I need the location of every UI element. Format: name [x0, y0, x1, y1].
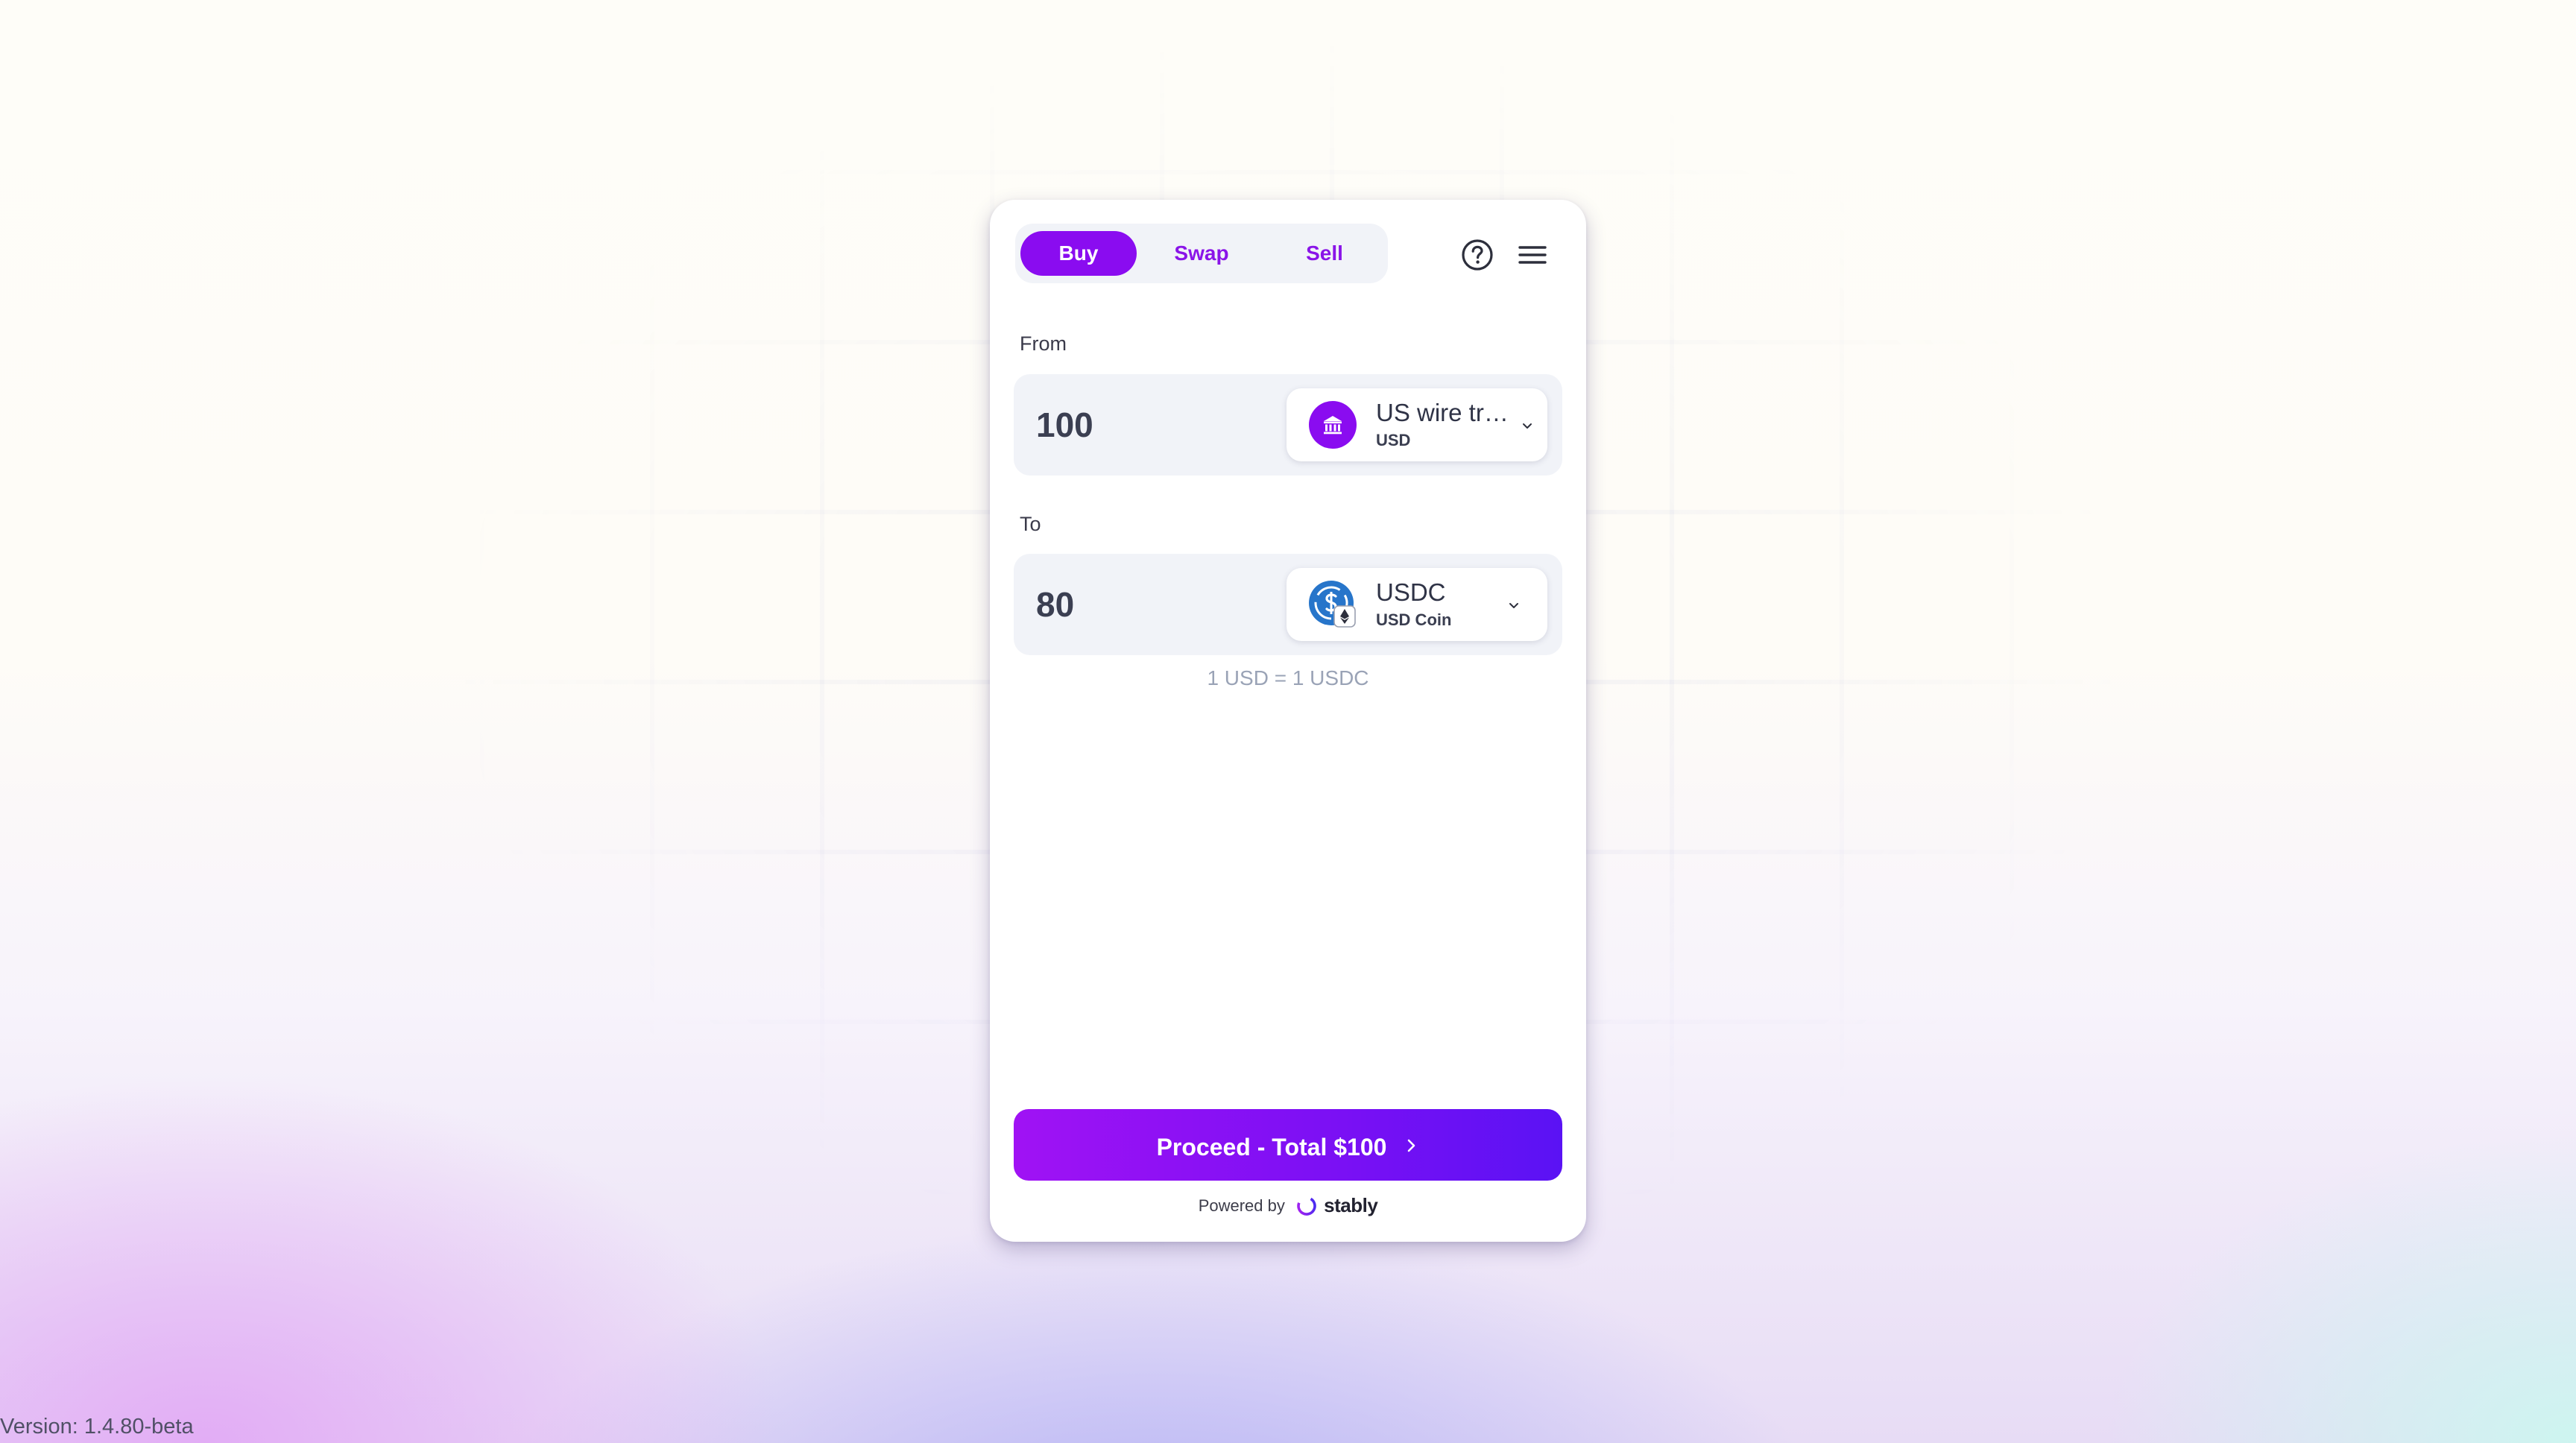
usdc-icon — [1309, 581, 1356, 628]
tab-swap[interactable]: Swap — [1146, 231, 1257, 276]
powered-by-label: Powered by — [1198, 1196, 1285, 1215]
page-background: Buy Swap Sell From 100 US wire tran USD … — [0, 0, 2576, 1443]
exchange-rate: 1 USD = 1 USDC — [1207, 666, 1369, 689]
powered-by: Powered by stably — [990, 1194, 1586, 1217]
to-label: To — [1020, 513, 1041, 535]
buy-widget-card: Buy Swap Sell From 100 US wire tran USD … — [990, 200, 1586, 1242]
proceed-label: Proceed - Total $100 — [1156, 1133, 1387, 1161]
stably-brand: stably — [1324, 1194, 1378, 1216]
version-label: Version: 1.4.80-beta — [0, 1415, 194, 1439]
menu-icon[interactable] — [1515, 237, 1550, 273]
asset-symbol: USDC — [1376, 578, 1446, 606]
bank-icon — [1309, 401, 1357, 449]
tab-buy[interactable]: Buy — [1020, 231, 1137, 276]
payment-method-selector[interactable]: US wire transfer USD — [1287, 388, 1547, 461]
proceed-button[interactable]: Proceed - Total $100 — [1014, 1109, 1562, 1181]
tab-sell[interactable]: Sell — [1269, 231, 1380, 276]
chevron-down-icon — [1523, 423, 1532, 429]
from-amount-input[interactable] — [1036, 401, 1260, 449]
payment-method-title: US wire transfer — [1376, 399, 1514, 426]
mode-tabs: Buy Swap Sell — [1015, 224, 1388, 283]
stably-logo-icon — [1297, 1196, 1316, 1216]
payment-method-currency: USD — [1376, 431, 1411, 449]
from-amount-panel: US wire transfer USD — [1014, 374, 1562, 476]
to-amount-input[interactable] — [1036, 581, 1260, 628]
chevron-right-icon — [1408, 1139, 1415, 1152]
from-label: From — [1020, 332, 1067, 355]
asset-selector[interactable]: USDC USD Coin — [1287, 568, 1547, 641]
chevron-down-icon — [1509, 603, 1518, 608]
help-icon[interactable] — [1459, 237, 1495, 273]
asset-name: USD Coin — [1376, 610, 1452, 629]
to-amount-panel: USDC USD Coin — [1014, 554, 1562, 655]
